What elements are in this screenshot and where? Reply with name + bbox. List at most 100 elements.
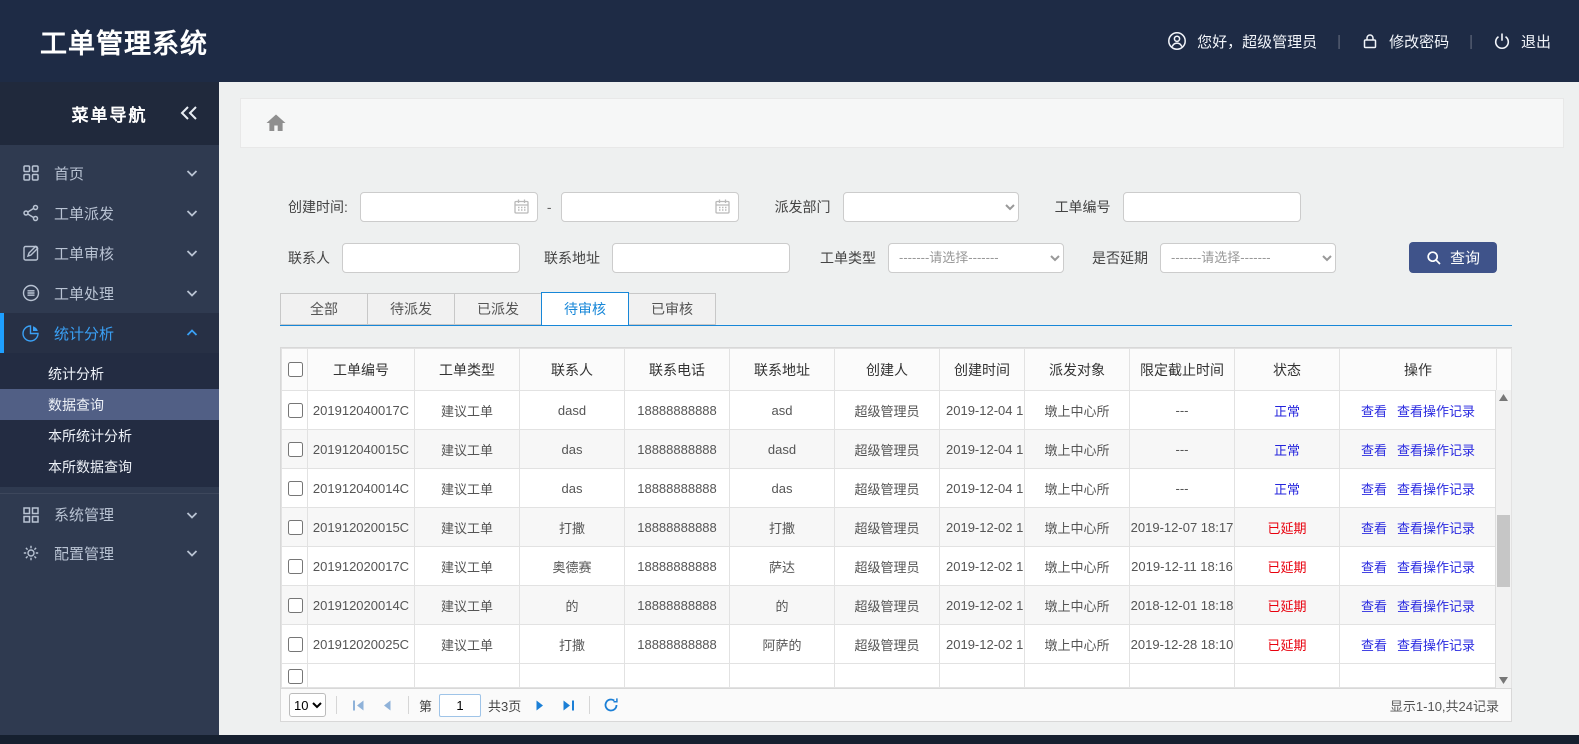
calendar-icon[interactable]	[513, 198, 530, 218]
sidebar-item-label: 配置管理	[54, 545, 115, 563]
user-icon	[1167, 31, 1187, 51]
prev-page-icon[interactable]	[376, 694, 398, 716]
refresh-icon[interactable]	[600, 694, 622, 716]
tab-all[interactable]: 全部	[280, 293, 368, 325]
order-no-label: 工单编号	[1054, 199, 1111, 215]
view-log-link[interactable]: 查看操作记录	[1397, 560, 1475, 575]
sidebar-item-statistics[interactable]: 统计分析	[0, 313, 219, 353]
logout-button[interactable]: 退出	[1493, 31, 1551, 52]
row-checkbox[interactable]	[287, 519, 303, 535]
cell-contact: 打撒	[519, 624, 625, 664]
view-log-link[interactable]: 查看操作记录	[1397, 404, 1475, 419]
cell-dispatch-target: 墩上中心所	[1024, 624, 1130, 664]
row-checkbox[interactable]	[287, 441, 303, 457]
row-checkbox[interactable]	[287, 558, 303, 574]
tab-reviewed[interactable]: 已审核	[628, 293, 716, 325]
status-badge: 已延期	[1267, 559, 1307, 575]
view-link[interactable]: 查看	[1361, 404, 1387, 419]
cell-empty	[1024, 663, 1130, 688]
view-log-link[interactable]: 查看操作记录	[1397, 482, 1475, 497]
chevron-down-icon	[185, 546, 199, 560]
last-page-icon[interactable]	[557, 694, 579, 716]
header-separator: |	[1469, 32, 1473, 50]
orders-table: 工单编号 工单类型 联系人 联系电话 联系地址 创建人 创建时间 派发对象 限定截止时间 状态 操作…	[281, 348, 1512, 688]
vertical-scrollbar[interactable]	[1495, 390, 1511, 688]
cell-order-no: 201912020014C	[307, 585, 415, 625]
sidebar-item-home[interactable]: 首页	[0, 153, 219, 193]
sidebar-subitem-stat-analysis[interactable]: 统计分析	[0, 358, 219, 389]
view-link[interactable]: 查看	[1361, 482, 1387, 497]
cell-created-time: 2019-12-04 15:	[939, 429, 1025, 469]
sidebar-subitem-data-query[interactable]: 数据查询	[0, 389, 219, 420]
sidebar-subitem-branch-stat-analysis[interactable]: 本所统计分析	[0, 420, 219, 451]
row-checkbox[interactable]	[287, 636, 303, 652]
address-input[interactable]	[612, 242, 790, 273]
sidebar-item-system-mgmt[interactable]: 系统管理	[0, 493, 219, 533]
view-log-link[interactable]: 查看操作记录	[1397, 443, 1475, 458]
column-header: 联系人	[519, 348, 625, 391]
order-type-select[interactable]: -------请选择-------	[888, 242, 1064, 273]
contact-label: 联系人	[288, 249, 330, 266]
cell-order-type: 建议工单	[414, 390, 520, 430]
address-label: 联系地址	[544, 249, 600, 266]
created-time-start-input[interactable]	[359, 192, 538, 222]
order-no-input[interactable]	[1122, 192, 1301, 222]
view-link[interactable]: 查看	[1361, 521, 1387, 536]
select-all-checkbox[interactable]	[287, 362, 303, 377]
search-button[interactable]: 查询	[1408, 242, 1497, 273]
table-row: 201912020017C 建议工单 奥德赛 18888888888 萨达 超级管理员 20…	[281, 546, 1512, 586]
cell-creator: 超级管理员	[834, 507, 940, 547]
created-time-end-input[interactable]	[560, 192, 739, 222]
cell-dispatch-target: 墩上中心所	[1024, 546, 1130, 586]
page-number-input[interactable]	[439, 693, 482, 717]
sidebar-item-label: 统计分析	[54, 325, 115, 343]
sidebar-item-order-dispatch[interactable]: 工单派发	[0, 193, 219, 233]
change-password-button[interactable]: 修改密码	[1361, 31, 1449, 52]
sidebar-item-order-process[interactable]: 工单处理	[0, 273, 219, 313]
cell-order-type: 建议工单	[414, 507, 520, 547]
app-title: 工单管理系统	[40, 28, 208, 59]
sidebar-subitem-branch-data-query[interactable]: 本所数据查询	[0, 451, 219, 482]
user-greeting[interactable]: 您好，超级管理员	[1167, 31, 1317, 52]
first-page-icon[interactable]	[347, 694, 369, 716]
collapse-left-icon[interactable]	[179, 105, 199, 126]
is-delayed-select[interactable]: -------请选择-------	[1160, 242, 1336, 273]
page-size-select[interactable]: 10	[289, 693, 326, 717]
column-header: 派发对象	[1024, 348, 1130, 391]
home-icon[interactable]	[265, 113, 287, 133]
power-icon	[1493, 32, 1511, 50]
view-log-link[interactable]: 查看操作记录	[1397, 599, 1475, 614]
search-button-label: 查询	[1449, 250, 1480, 267]
contact-input[interactable]	[342, 242, 520, 273]
cell-creator: 超级管理员	[834, 468, 940, 508]
view-log-link[interactable]: 查看操作记录	[1397, 521, 1475, 536]
tab-dispatched[interactable]: 已派发	[454, 293, 542, 325]
scroll-up-icon[interactable]	[1496, 391, 1511, 404]
view-link[interactable]: 查看	[1361, 443, 1387, 458]
cell-address: dasd	[729, 429, 835, 469]
calendar-icon[interactable]	[714, 198, 731, 218]
scroll-down-icon[interactable]	[1496, 674, 1511, 687]
sidebar-item-order-review[interactable]: 工单审核	[0, 233, 219, 273]
scrollbar-thumb[interactable]	[1497, 515, 1510, 587]
view-link[interactable]: 查看	[1361, 638, 1387, 653]
cell-phone: 18888888888	[624, 624, 730, 664]
column-header: 状态	[1234, 348, 1340, 391]
next-page-icon[interactable]	[528, 694, 550, 716]
cell-address: 的	[729, 585, 835, 625]
cell-empty	[1339, 663, 1497, 688]
modules-icon	[22, 506, 40, 524]
row-checkbox[interactable]	[287, 480, 303, 496]
tab-to-dispatch[interactable]: 待派发	[367, 293, 455, 325]
view-link[interactable]: 查看	[1361, 599, 1387, 614]
row-checkbox[interactable]	[287, 597, 303, 613]
dispatch-dept-select[interactable]	[842, 192, 1019, 222]
view-log-link[interactable]: 查看操作记录	[1397, 638, 1475, 653]
sidebar-item-config-mgmt[interactable]: 配置管理	[0, 533, 219, 573]
view-link[interactable]: 查看	[1361, 560, 1387, 575]
row-checkbox[interactable]	[287, 402, 303, 418]
tab-to-review[interactable]: 待审核	[541, 292, 629, 326]
cell-empty	[1234, 663, 1340, 688]
cell-contact: 奥德赛	[519, 546, 625, 586]
row-checkbox[interactable]	[287, 669, 303, 684]
